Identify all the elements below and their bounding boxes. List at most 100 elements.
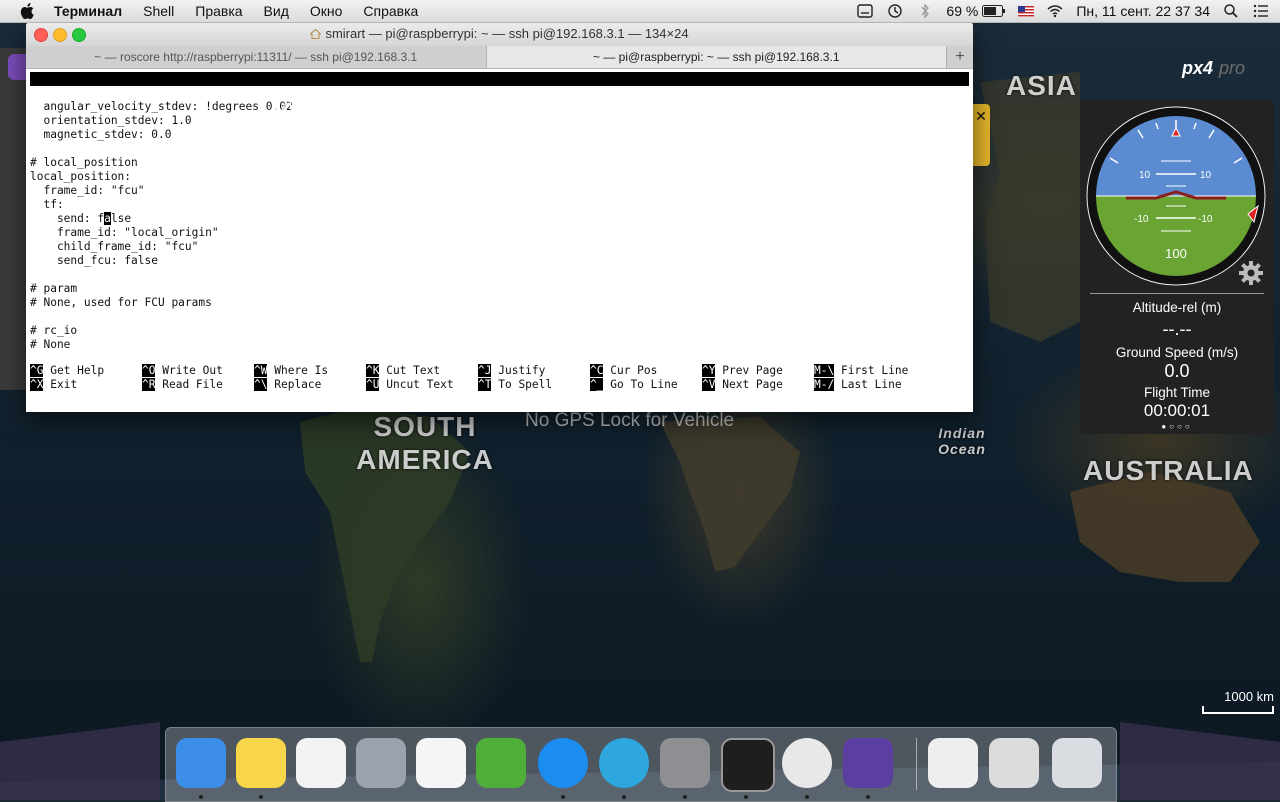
tab-label: ~ — pi@raspberrypi: ~ — ssh pi@192.168.3…: [593, 50, 840, 64]
altitude-label: Altitude-rel (m): [1132, 300, 1222, 315]
shortcut-item[interactable]: ^\ Replace: [254, 378, 321, 392]
finder-icon[interactable]: [176, 738, 226, 788]
shortcut-key: ^Y: [702, 364, 716, 377]
terminal-content[interactable]: GNU nano 2.7.4 File: /home/pi/ros_catkin…: [26, 72, 973, 391]
terminal-icon[interactable]: [721, 738, 775, 792]
shortcut-label: Prev Page: [722, 364, 783, 377]
shortcut-key: ^T: [478, 378, 492, 391]
shortcut-item[interactable]: ^V Next Page: [702, 378, 783, 392]
menu-shell[interactable]: Shell: [143, 3, 174, 19]
disk-utility-icon[interactable]: [356, 738, 406, 788]
shortcut-item[interactable]: ^C Cur Pos: [590, 364, 657, 378]
menu-app-terminal[interactable]: Терминал: [54, 3, 122, 19]
telegram-icon[interactable]: [599, 738, 649, 788]
flight-time-label: Flight Time: [1143, 385, 1211, 400]
buffer-line: # None, used for FCU params: [30, 296, 212, 309]
menu-help[interactable]: Справка: [363, 3, 418, 19]
buffer-line: [30, 310, 969, 324]
pitch-tick-label: -10: [1134, 214, 1149, 225]
bluetooth-icon[interactable]: [916, 3, 934, 19]
shortcut-label: Last Line: [840, 378, 902, 391]
nano-version: GNU nano 2.7.4: [44, 86, 139, 99]
map-panel-close-button[interactable]: ✕: [972, 104, 990, 166]
dock-separator: [916, 738, 917, 790]
leaf-app-icon[interactable]: [476, 738, 526, 788]
tab-roscore[interactable]: ~ — roscore http://raspberrypi:11311/ — …: [26, 46, 487, 68]
menu-window[interactable]: Окно: [310, 3, 343, 19]
shortcut-item[interactable]: ^Y Prev Page: [702, 364, 783, 378]
gear-icon[interactable]: [1238, 260, 1264, 286]
map-scale-bar: [1202, 706, 1274, 714]
pitch-tick-label: -10: [1198, 214, 1213, 225]
shortcut-item[interactable]: ^T To Spell: [478, 378, 552, 392]
shortcut-item[interactable]: ^X Exit: [30, 378, 77, 392]
qgroundcontrol-icon[interactable]: [843, 738, 893, 788]
chrome-icon[interactable]: [782, 738, 832, 788]
notes-icon[interactable]: [236, 738, 286, 788]
page-indicator[interactable]: ●○○○: [1080, 422, 1274, 431]
gps-status-message: No GPS Lock for Vehicle: [525, 410, 735, 431]
menu-view[interactable]: Вид: [264, 3, 289, 19]
shortcut-item[interactable]: ^O Write Out: [142, 364, 223, 378]
shortcut-key: ^_: [590, 378, 604, 391]
running-indicator: [683, 795, 687, 799]
text-cursor: a: [104, 212, 111, 225]
buffer-line: # param: [30, 282, 78, 295]
map-scale-label: 1000 km: [1224, 689, 1274, 704]
running-indicator: [866, 795, 870, 799]
menubar-clock[interactable]: Пн, 11 сент. 22 37 34: [1076, 3, 1210, 19]
shortcut-item[interactable]: ^U Uncut Text: [366, 378, 454, 392]
shortcut-item[interactable]: ^J Justify: [478, 364, 545, 378]
notification-center-icon[interactable]: [1252, 3, 1270, 19]
numbers-icon[interactable]: [416, 738, 466, 788]
apple-menu-icon[interactable]: [20, 3, 34, 19]
buffer-line: send_fcu: false: [30, 254, 158, 267]
app-store-icon[interactable]: [538, 738, 588, 788]
time-machine-icon[interactable]: [886, 3, 904, 19]
buffer-line: tf:: [30, 198, 64, 211]
shortcut-key: ^V: [702, 378, 716, 391]
shortcut-key: ^G: [30, 364, 44, 377]
shortcut-row-1: ^G Get Help ^O Write Out ^W Where Is ^K Cut…: [30, 364, 970, 378]
shortcut-item[interactable]: M-\ First Line: [814, 364, 908, 378]
battery-icon[interactable]: [982, 5, 1006, 17]
shortcut-item[interactable]: ^K Cut Text: [366, 364, 440, 378]
shortcut-key: ^U: [366, 378, 380, 391]
menu-edit[interactable]: Правка: [195, 3, 242, 19]
buffer-line: [30, 268, 969, 282]
time-machine-disk-icon[interactable]: [856, 3, 874, 19]
nano-buffer[interactable]: angular_velocity_stdev: !degrees 0.02 or…: [30, 100, 969, 352]
buffer-line: orientation_stdev: 1.0: [30, 114, 192, 127]
shortcut-key: ^J: [478, 364, 492, 377]
wifi-icon[interactable]: [1046, 3, 1064, 19]
nano-header: GNU nano 2.7.4 File: /home/pi/ros_catkin…: [30, 72, 969, 113]
terminal-window: smirart — pi@raspberrypi: ~ — ssh pi@192…: [26, 22, 973, 412]
px4-logo-text: px4: [1182, 58, 1214, 78]
running-indicator: [805, 795, 809, 799]
shortcut-item[interactable]: ^W Where Is: [254, 364, 328, 378]
home-icon: [310, 29, 322, 39]
tab-active-shell[interactable]: ~ — pi@raspberrypi: ~ — ssh pi@192.168.3…: [486, 46, 947, 68]
trash-icon[interactable]: [1052, 738, 1102, 788]
window-titlebar[interactable]: smirart — pi@raspberrypi: ~ — ssh pi@192…: [26, 22, 973, 46]
preview-icon[interactable]: [989, 738, 1039, 788]
shortcut-item[interactable]: ^R Read File: [142, 378, 223, 392]
window-close-button[interactable]: [34, 28, 48, 42]
system-preferences-icon[interactable]: [660, 738, 710, 788]
pitch-tick-label: 10: [1200, 170, 1212, 181]
shortcut-label: Get Help: [50, 364, 105, 377]
shortcut-label: First Line: [840, 364, 909, 377]
document-icon[interactable]: [928, 738, 978, 788]
flight-time-value: 00:00:01: [1143, 401, 1211, 420]
shortcut-label: To Spell: [498, 378, 553, 391]
shortcut-item[interactable]: M-/ Last Line: [814, 378, 902, 392]
window-minimize-button[interactable]: [53, 28, 67, 42]
new-tab-button[interactable]: +: [947, 46, 973, 68]
photos-icon[interactable]: [296, 738, 346, 788]
shortcut-item[interactable]: ^_ Go To Line: [590, 378, 678, 392]
shortcut-item[interactable]: ^G Get Help: [30, 364, 104, 378]
us-flag-icon[interactable]: [1018, 5, 1035, 17]
spotlight-search-icon[interactable]: [1222, 3, 1240, 19]
shortcut-label: Replace: [274, 378, 322, 391]
window-zoom-button[interactable]: [72, 28, 86, 42]
